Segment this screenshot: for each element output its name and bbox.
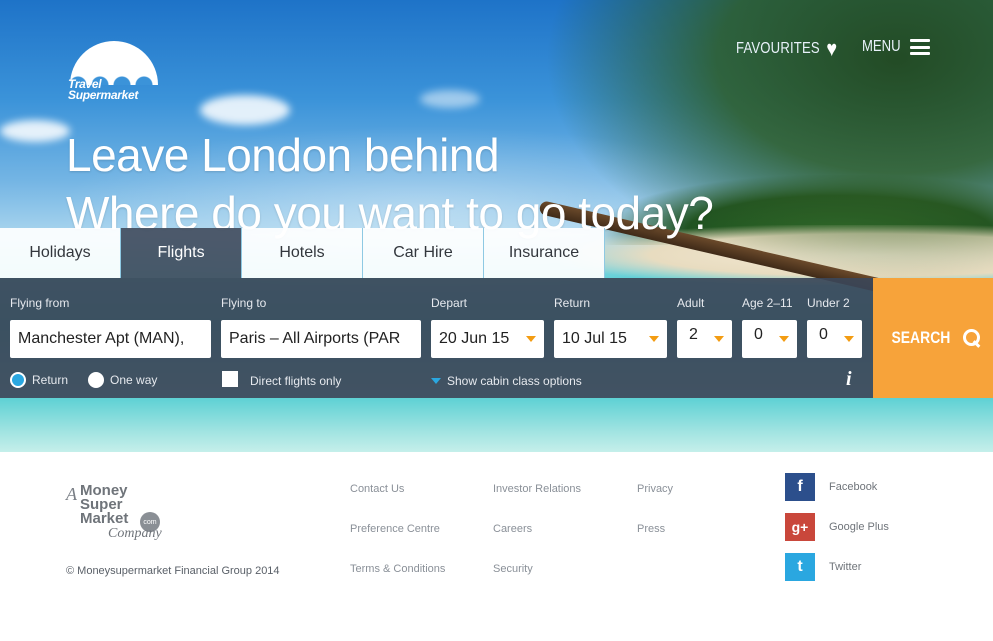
- footer-link-investor-relations[interactable]: Investor Relations: [493, 483, 581, 495]
- adult-select[interactable]: 2: [677, 320, 732, 358]
- sea-image: [0, 398, 993, 452]
- hamburger-icon: [910, 39, 930, 55]
- search-icon: [962, 329, 981, 347]
- heart-icon: ♥: [826, 36, 838, 61]
- info-icon[interactable]: i: [846, 368, 852, 391]
- google-plus-icon: g+: [785, 513, 815, 541]
- favourites-label: FAVOURITES: [736, 40, 820, 57]
- social-link-google-plus[interactable]: g+ Google Plus: [785, 513, 889, 541]
- one-way-radio-label: One way: [110, 373, 158, 387]
- tab-insurance[interactable]: Insurance: [484, 228, 605, 278]
- twitter-label: Twitter: [829, 561, 862, 573]
- return-label: Return: [554, 296, 591, 310]
- product-tabs: Holidays Flights Hotels Car Hire Insuran…: [0, 228, 605, 278]
- chevron-down-icon: [714, 336, 724, 342]
- depart-date-select[interactable]: 20 Jun 15: [431, 320, 544, 358]
- msm-logo-market: Market: [80, 510, 129, 527]
- flying-to-input[interactable]: Paris – All Airports (PAR: [221, 320, 421, 358]
- return-date-select[interactable]: 10 Jul 15: [554, 320, 667, 358]
- cloud: [0, 120, 70, 142]
- triangle-down-icon: [431, 378, 441, 384]
- footer-link-contact-us[interactable]: Contact Us: [350, 483, 404, 495]
- copyright-text: © Moneysupermarket Financial Group 2014: [66, 565, 280, 577]
- facebook-icon: f: [785, 473, 815, 501]
- return-radio-label: Return: [32, 373, 69, 387]
- age-2-11-label: Age 2–11: [742, 296, 793, 310]
- tab-hotels[interactable]: Hotels: [242, 228, 363, 278]
- infant-select[interactable]: 0: [807, 320, 862, 358]
- trip-type-group: Return One way: [10, 372, 157, 388]
- flying-from-input[interactable]: Manchester Apt (MAN),: [10, 320, 211, 358]
- menu-button[interactable]: MENU: [862, 38, 930, 56]
- return-radio[interactable]: [10, 372, 26, 388]
- footer-link-preference-centre[interactable]: Preference Centre: [350, 523, 440, 535]
- tab-car-hire[interactable]: Car Hire: [363, 228, 484, 278]
- footer: A Money Super Market com Company © Money…: [0, 452, 993, 641]
- social-link-facebook[interactable]: f Facebook: [785, 473, 877, 501]
- tab-holidays[interactable]: Holidays: [0, 228, 121, 278]
- flying-to-label: Flying to: [221, 296, 267, 310]
- footer-link-security[interactable]: Security: [493, 563, 533, 575]
- footer-link-press[interactable]: Press: [637, 523, 665, 535]
- menu-label: MENU: [862, 38, 901, 55]
- search-button-label: SEARCH: [891, 328, 951, 347]
- favourites-link[interactable]: FAVOURITES ♥: [736, 38, 837, 60]
- cloud: [420, 90, 480, 108]
- cloud: [200, 95, 290, 125]
- return-date-value: 10 Jul 15: [562, 330, 627, 347]
- depart-label: Depart: [431, 296, 468, 310]
- logo-text-supermarket: Supermarket: [68, 88, 139, 102]
- google-plus-label: Google Plus: [829, 521, 889, 533]
- one-way-radio[interactable]: [88, 372, 105, 388]
- child-select[interactable]: 0: [742, 320, 797, 358]
- chevron-down-icon: [526, 336, 536, 342]
- depart-date-value: 20 Jun 15: [439, 330, 510, 347]
- twitter-icon: t: [785, 553, 815, 581]
- hero-headline: Leave London behind: [66, 129, 500, 181]
- footer-link-careers[interactable]: Careers: [493, 523, 532, 535]
- chevron-down-icon: [779, 336, 789, 342]
- social-link-twitter[interactable]: t Twitter: [785, 553, 861, 581]
- direct-flights-checkbox[interactable]: [222, 371, 238, 387]
- cabin-class-toggle[interactable]: Show cabin class options: [431, 374, 582, 388]
- child-value: 0: [754, 326, 763, 343]
- footer-link-privacy[interactable]: Privacy: [637, 483, 673, 495]
- infant-value: 0: [819, 326, 828, 343]
- under-2-label: Under 2: [807, 296, 850, 310]
- search-button[interactable]: SEARCH: [873, 278, 993, 398]
- flying-from-label: Flying from: [10, 296, 70, 310]
- tab-flights[interactable]: Flights: [121, 228, 242, 278]
- facebook-label: Facebook: [829, 481, 878, 493]
- chevron-down-icon: [649, 336, 659, 342]
- direct-flights-label: Direct flights only: [250, 374, 342, 388]
- adult-label: Adult: [677, 296, 705, 310]
- moneysupermarket-company-logo[interactable]: A Money Super Market com Company: [66, 483, 166, 548]
- adult-value: 2: [689, 326, 698, 343]
- travelsupermarket-logo[interactable]: Travel Supermarket: [66, 41, 162, 103]
- msm-logo-a: A: [66, 484, 77, 504]
- msm-logo-company: Company: [108, 526, 162, 541]
- flight-search-panel: Flying from Manchester Apt (MAN), Flying…: [0, 278, 873, 398]
- cabin-class-label: Show cabin class options: [447, 374, 582, 388]
- chevron-down-icon: [844, 336, 854, 342]
- footer-link-terms[interactable]: Terms & Conditions: [350, 563, 445, 575]
